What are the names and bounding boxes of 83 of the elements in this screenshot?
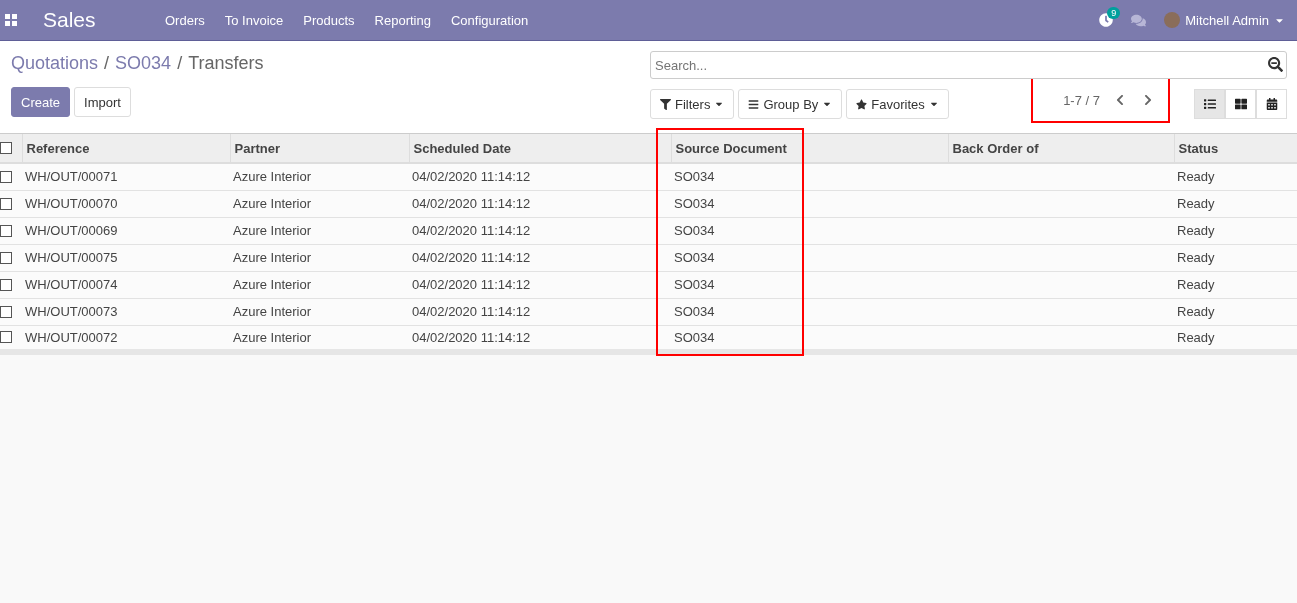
column-header[interactable]: Back Order of xyxy=(948,134,1174,163)
star-icon xyxy=(856,98,868,110)
table-cell: SO034 xyxy=(674,329,715,345)
pager-count: 1-7 / 7 xyxy=(1063,92,1100,108)
table-cell: WH/OUT/00069 xyxy=(25,223,118,238)
search-option-dropdown[interactable]: Filters xyxy=(650,89,735,119)
checkbox[interactable] xyxy=(0,170,12,183)
table-cell: 04/02/2020 11:14:12 xyxy=(412,304,531,319)
column-header[interactable]: Scheduled Date xyxy=(409,134,671,163)
search-icon[interactable] xyxy=(1268,57,1283,72)
search-field[interactable]: Search... xyxy=(650,51,1287,79)
table-cell: SO034 xyxy=(674,223,715,238)
filter-icon xyxy=(660,98,671,110)
breadcrumb-link[interactable]: SO034 xyxy=(115,52,172,74)
table-cell: Azure Interior xyxy=(233,304,312,319)
create-button[interactable]: Create xyxy=(11,87,71,117)
column-header[interactable]: Status xyxy=(1174,134,1297,163)
table-cell: WH/OUT/00074 xyxy=(25,277,118,292)
breadcrumb-separator: / xyxy=(177,52,183,74)
search-option-dropdown[interactable]: Favorites xyxy=(846,89,949,119)
list-icon xyxy=(1203,98,1216,110)
table-cell: Ready xyxy=(1177,277,1215,292)
table-cell: 04/02/2020 11:14:12 xyxy=(412,196,531,211)
table-cell: 04/02/2020 11:14:12 xyxy=(412,277,531,292)
table-cell: Ready xyxy=(1177,196,1215,211)
import-button[interactable]: Import xyxy=(74,87,131,117)
view-switch-button[interactable] xyxy=(1256,89,1287,119)
table-cell: Azure Interior xyxy=(233,169,312,185)
table-cell: WH/OUT/00073 xyxy=(25,304,118,319)
column-header[interactable]: Source Document xyxy=(671,134,948,163)
chevron-left-icon xyxy=(1114,94,1126,106)
table-cell: WH/OUT/00075 xyxy=(25,250,118,265)
checkbox[interactable] xyxy=(0,224,12,237)
search-option-dropdown[interactable]: Group By xyxy=(738,89,843,119)
column-header[interactable]: Partner xyxy=(230,134,409,163)
chevron-right-icon xyxy=(1142,94,1154,106)
menu-item[interactable]: Configuration xyxy=(440,12,539,28)
app-name: Sales xyxy=(43,8,97,32)
menu-item[interactable]: Orders xyxy=(155,12,215,28)
table-cell: SO034 xyxy=(674,250,715,265)
checkbox[interactable] xyxy=(0,251,12,264)
table-cell: 04/02/2020 11:14:12 xyxy=(412,329,531,345)
menu-item[interactable]: To Invoice xyxy=(214,12,294,28)
breadcrumb-current[interactable]: Transfers xyxy=(188,52,264,74)
table-cell: Ready xyxy=(1177,329,1215,345)
table-cell: WH/OUT/00070 xyxy=(25,196,118,211)
table-cell: Ready xyxy=(1177,250,1215,265)
table-cell: Azure Interior xyxy=(233,329,312,345)
table-cell: Azure Interior xyxy=(233,196,312,211)
breadcrumb-link[interactable]: Quotations xyxy=(11,52,99,74)
apps-grid-icon[interactable] xyxy=(5,14,17,26)
table-cell: SO034 xyxy=(674,277,715,292)
table-cell: SO034 xyxy=(674,169,715,185)
checkbox[interactable] xyxy=(0,305,12,318)
breadcrumb-separator: / xyxy=(104,52,110,74)
table-cell: WH/OUT/00072 xyxy=(25,329,118,345)
table-cell: Azure Interior xyxy=(233,277,312,292)
checkbox[interactable] xyxy=(0,278,12,291)
view-switch-button[interactable] xyxy=(1225,89,1256,119)
table-cell: SO034 xyxy=(674,304,715,319)
avatar-icon xyxy=(1164,12,1181,28)
table-cell: 04/02/2020 11:14:12 xyxy=(412,169,531,185)
table-cell: Ready xyxy=(1177,223,1215,238)
checkbox[interactable] xyxy=(0,142,12,154)
table-cell: Ready xyxy=(1177,304,1215,319)
activity-count: 9 xyxy=(1107,7,1121,19)
checkbox[interactable] xyxy=(0,331,12,344)
user-menu[interactable]: Mitchell Admin xyxy=(1164,12,1285,28)
checkbox[interactable] xyxy=(0,197,12,210)
table-cell: 04/02/2020 11:14:12 xyxy=(412,223,531,238)
menu-item[interactable]: Reporting xyxy=(364,12,441,28)
table-cell: SO034 xyxy=(674,196,715,211)
menu-lines-icon xyxy=(748,98,760,110)
menu-item[interactable]: Products xyxy=(293,12,365,28)
view-switch-button[interactable] xyxy=(1194,89,1225,119)
table-cell: Azure Interior xyxy=(233,250,312,265)
table-cell: Ready xyxy=(1177,169,1215,185)
table-cell: WH/OUT/00071 xyxy=(25,169,118,185)
grid-icon xyxy=(1234,98,1247,110)
calendar-icon xyxy=(1265,98,1278,110)
table-cell: 04/02/2020 11:14:12 xyxy=(412,250,531,265)
table-cell: Azure Interior xyxy=(233,223,312,238)
column-header[interactable]: Reference xyxy=(22,134,230,163)
